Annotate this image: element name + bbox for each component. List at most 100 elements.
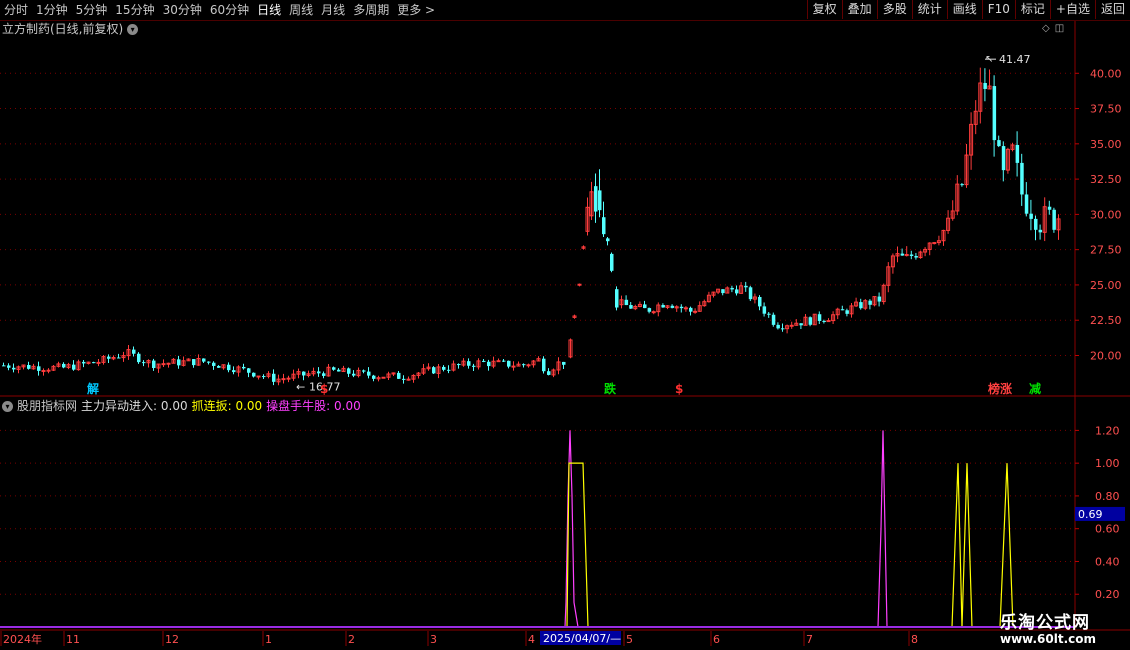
- candle-body: [868, 300, 872, 305]
- candle-body: [799, 323, 803, 326]
- time-axis-label: 8: [911, 633, 918, 646]
- candle-body: [362, 370, 366, 372]
- candle-body: [397, 372, 401, 379]
- candle-body: [2, 365, 6, 367]
- watermark-url: www.60lt.com: [1000, 632, 1097, 646]
- candle-body: [629, 305, 633, 309]
- candle-body: [744, 285, 748, 288]
- candle-body: [983, 83, 987, 89]
- candle-body: [286, 377, 291, 380]
- candle-body: [522, 364, 526, 366]
- candle-body: [776, 324, 780, 329]
- time-axis-label: 3: [430, 633, 437, 646]
- price-tick-label: 32.50: [1090, 173, 1122, 186]
- candle-body: [72, 364, 76, 370]
- candle-body: [914, 255, 918, 258]
- candle-body: [900, 253, 905, 256]
- signal-label: 减: [1029, 381, 1041, 396]
- price-tick-label: 27.50: [1090, 244, 1122, 257]
- candle-body: [817, 314, 822, 321]
- candle-body: [317, 371, 321, 374]
- candle-body: [689, 307, 693, 312]
- signal-label: 跌: [604, 381, 617, 396]
- candle-body: [730, 287, 734, 290]
- candle-body: [758, 296, 762, 307]
- kline-chart[interactable]: 40.00 37.50 35.00 32.50 30.00 27.50 25.00 22.50…: [0, 0, 1130, 650]
- price-tick-label: 35.00: [1090, 138, 1122, 151]
- chevron-down-icon[interactable]: ▾: [2, 400, 13, 412]
- candle-body: [679, 306, 684, 309]
- low-arrow-icon: ←: [296, 381, 305, 394]
- candle-body: [487, 361, 491, 367]
- signal-label: $: [675, 382, 683, 396]
- candle-body: [227, 364, 231, 371]
- candle-body: [1020, 162, 1024, 195]
- time-axis-label: 12: [165, 633, 179, 646]
- candle-body: [1038, 229, 1043, 233]
- candle-body: [960, 184, 964, 186]
- chart-labels: ↖ 41.47← 16.77解 $ 跌 $ 榜涨减: [87, 53, 1041, 396]
- time-axis-label: 4: [528, 633, 535, 646]
- candle-body: [467, 361, 471, 366]
- candle-body: [767, 313, 771, 315]
- candle-body: [62, 363, 66, 368]
- price-tick-label: 20.00: [1090, 349, 1122, 362]
- candle-body: [748, 287, 753, 300]
- candle-body: [1047, 206, 1052, 210]
- candle-body: [37, 366, 41, 371]
- candle-body: [177, 359, 181, 366]
- candle-body: [41, 370, 46, 373]
- candle-body: [1015, 144, 1020, 163]
- candle-body: [877, 296, 882, 302]
- indicator-tick-label: 1.20: [1095, 424, 1120, 437]
- candle-body: [735, 289, 739, 294]
- candle-body: [232, 370, 236, 373]
- candle-body: [272, 373, 276, 382]
- candle-body: [502, 360, 506, 362]
- candle-body: [598, 190, 602, 211]
- indicator-tick-label: 1.00: [1095, 457, 1120, 470]
- candle-body: [457, 364, 461, 366]
- indicator-line-3: 操盘手牛股: 0.00: [266, 399, 361, 413]
- candle-body: [822, 320, 826, 322]
- candle-body: [252, 372, 256, 377]
- candle-body: [406, 378, 411, 381]
- candle-body: [7, 365, 11, 368]
- candle-body: [840, 309, 845, 311]
- candle-body: [347, 368, 351, 374]
- candle-body: [606, 238, 610, 242]
- candle-body: [992, 86, 997, 141]
- signal-label: 解: [87, 381, 99, 396]
- candle-body: [845, 310, 849, 314]
- candle-body: [511, 365, 516, 368]
- high-arrow-icon: ↖: [985, 54, 993, 65]
- candle-body: [337, 369, 341, 372]
- candle-body: [624, 299, 629, 306]
- candle-body: [647, 308, 652, 312]
- indicator-tick-label: 0.40: [1095, 555, 1120, 568]
- price-tick-label: 22.50: [1090, 314, 1122, 327]
- limit-chase-line-spike: [961, 463, 973, 628]
- signal-label: 涨: [1000, 381, 1012, 396]
- candle-body: [789, 324, 794, 327]
- candle-body: [322, 373, 326, 376]
- candle-body: [693, 310, 698, 313]
- candle-body: [372, 375, 376, 379]
- candle-body: [932, 242, 937, 245]
- candle-body: [202, 358, 206, 362]
- candle-body: [161, 363, 166, 366]
- candle-body: [192, 359, 196, 366]
- candle-body: [12, 367, 16, 370]
- candle-body: [82, 361, 86, 364]
- time-axis-label: 7: [806, 633, 813, 646]
- watermark-title: 乐淘公式网: [1000, 613, 1090, 633]
- time-axis-label: 11: [66, 633, 80, 646]
- candle-body: [207, 361, 211, 363]
- candle-body: [859, 302, 863, 309]
- candle-body: [643, 304, 647, 309]
- high-price-label: 41.47: [999, 53, 1031, 66]
- candle-body: [670, 305, 675, 308]
- candle-body: [577, 283, 582, 286]
- candle-body: [562, 361, 566, 365]
- candle-body: [472, 365, 476, 367]
